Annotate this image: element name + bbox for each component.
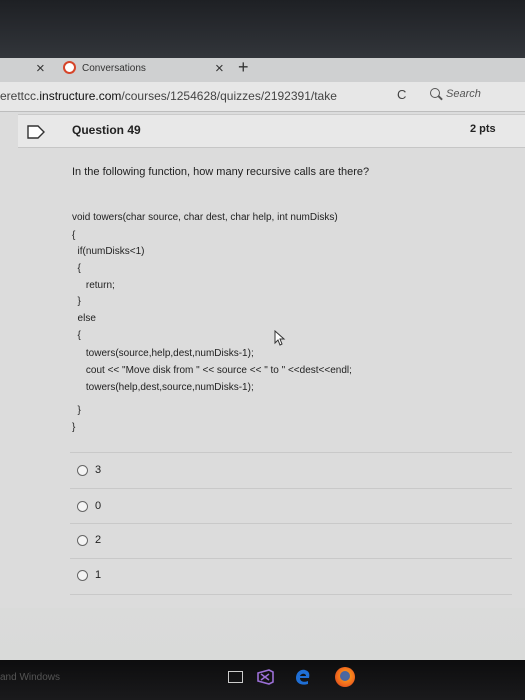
choice-divider	[70, 594, 512, 595]
url-host: instructure.com	[39, 89, 122, 103]
code-line: towers(help,dest,source,numDisks-1);	[72, 382, 254, 393]
canvas-favicon-icon	[63, 61, 76, 74]
choice-divider	[70, 488, 512, 489]
task-view-icon[interactable]	[228, 671, 243, 683]
quiz-page	[0, 113, 525, 608]
choice-radio[interactable]	[77, 465, 88, 476]
firefox-icon[interactable]	[335, 667, 355, 687]
mouse-cursor-icon	[274, 330, 286, 346]
choice-label[interactable]: 0	[95, 500, 101, 512]
edge-browser-icon[interactable]	[294, 668, 312, 686]
choice-radio[interactable]	[77, 535, 88, 546]
code-line: if(numDisks<1)	[72, 246, 145, 257]
code-line: }	[72, 405, 81, 416]
code-line: {	[72, 330, 81, 341]
url-prefix: erettcc.	[0, 89, 40, 103]
choice-label[interactable]: 3	[95, 464, 101, 476]
code-line: void towers(char source, char dest, char…	[72, 212, 338, 223]
choice-divider	[70, 558, 512, 559]
choice-divider	[70, 523, 512, 524]
new-tab-button[interactable]: +	[238, 57, 249, 78]
choice-radio[interactable]	[77, 501, 88, 512]
tab-strip	[0, 58, 525, 82]
visual-studio-icon[interactable]	[256, 669, 274, 685]
url-path: /courses/1254628/quizzes/2192391/take	[121, 89, 337, 103]
choice-divider	[70, 452, 512, 453]
code-line: return;	[72, 280, 115, 291]
close-tab-icon[interactable]: ×	[215, 60, 224, 77]
code-line: }	[72, 296, 81, 307]
tab-conversations[interactable]: Conversations	[82, 63, 146, 74]
choice-label[interactable]: 1	[95, 569, 101, 581]
question-points: 2 pts	[470, 123, 496, 135]
choice-radio[interactable]	[77, 570, 88, 581]
refresh-icon[interactable]: C	[397, 87, 406, 102]
code-line: }	[72, 422, 76, 433]
choice-label[interactable]: 2	[95, 534, 101, 546]
search-placeholder[interactable]: Search	[446, 88, 481, 100]
code-line: towers(source,help,dest,numDisks-1);	[72, 348, 254, 359]
taskbar-search-text[interactable]: and Windows	[0, 672, 60, 683]
search-icon	[430, 88, 440, 98]
address-url[interactable]: erettcc.instructure.com/courses/1254628/…	[0, 89, 337, 103]
close-tab-icon[interactable]: ×	[36, 60, 45, 77]
flag-question-icon[interactable]	[27, 125, 45, 139]
question-title: Question 49	[72, 123, 141, 137]
code-line: {	[72, 263, 81, 274]
code-line: else	[72, 313, 96, 324]
code-line: cout << "Move disk from " << source << "…	[72, 365, 352, 376]
question-prompt: In the following function, how many recu…	[72, 166, 370, 178]
code-line: {	[72, 230, 76, 241]
